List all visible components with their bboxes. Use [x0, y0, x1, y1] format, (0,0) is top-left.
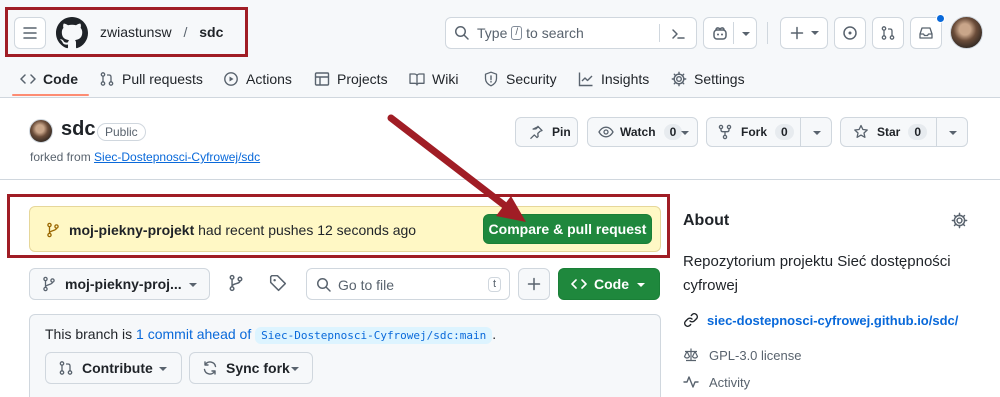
branch-info-text: This branch is 1 commit ahead of Siec-Do…	[45, 326, 497, 344]
gear-icon[interactable]	[951, 212, 968, 229]
branch-select-label: moj-piekny-proj...	[65, 276, 182, 292]
go-to-file-hotkey: t	[487, 277, 501, 292]
activity-label: Activity	[709, 374, 751, 390]
sync-icon	[203, 361, 217, 375]
about-license[interactable]: GPL-3.0 license	[683, 347, 802, 363]
chevron-down-icon	[189, 283, 197, 287]
about-description: Repozytorium projektu Sieć dostępności c…	[683, 253, 951, 294]
branches-link[interactable]	[227, 274, 245, 292]
git-branch-icon	[43, 276, 55, 292]
about-homepage[interactable]: siec-dostepnosci-cyfrowej.github.io/sdc/	[683, 312, 958, 328]
git-pull-request-icon	[59, 361, 73, 375]
search-icon	[317, 278, 331, 292]
code-button-label: Code	[594, 276, 629, 292]
about-activity[interactable]: Activity	[683, 374, 750, 390]
plus-icon	[527, 277, 541, 291]
pulse-icon	[683, 376, 699, 388]
commits-ahead-link[interactable]: 1 commit ahead of	[136, 326, 251, 342]
code-dropdown-button[interactable]: Code	[558, 268, 660, 300]
add-file-button[interactable]	[518, 268, 550, 300]
homepage-link[interactable]: siec-dostepnosci-cyfrowej.github.io/sdc/	[707, 313, 958, 328]
go-to-file-placeholder: Go to file	[338, 277, 395, 293]
contribute-label: Contribute	[82, 360, 153, 376]
law-icon	[683, 348, 699, 362]
sync-fork-button[interactable]: Sync fork	[189, 352, 313, 384]
target-branch-label: Siec-Dostepnosci-Cyfrowej/sdc:main	[255, 327, 493, 344]
chevron-down-icon	[637, 283, 645, 287]
sync-fork-label: Sync fork	[226, 360, 290, 376]
tag-icon	[269, 274, 287, 292]
go-to-file-input[interactable]: Go to file t	[306, 268, 510, 300]
chevron-down-icon	[159, 367, 167, 371]
git-branch-icon	[229, 274, 243, 292]
license-label: GPL-3.0 license	[709, 347, 802, 363]
branch-info-suffix: .	[492, 326, 497, 342]
branch-select[interactable]: moj-piekny-proj...	[29, 268, 210, 300]
code-icon	[571, 279, 587, 289]
branch-info-box: This branch is 1 commit ahead of Siec-Do…	[29, 314, 661, 397]
branch-info-prefix: This branch is	[45, 326, 133, 342]
about-title: About	[683, 212, 730, 229]
tags-link[interactable]	[269, 274, 287, 292]
contribute-button[interactable]: Contribute	[45, 352, 182, 384]
link-icon	[684, 313, 698, 327]
chevron-down-icon	[291, 367, 299, 371]
